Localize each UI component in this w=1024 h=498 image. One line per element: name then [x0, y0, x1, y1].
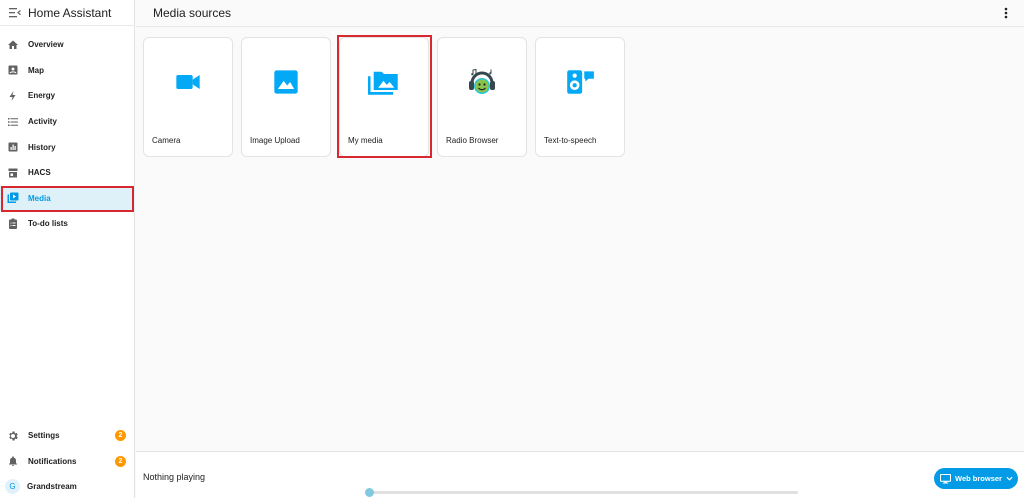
- playback-progress-slider[interactable]: [365, 488, 798, 497]
- card-thumbnail: [242, 38, 330, 126]
- chevron-down-icon: [1006, 476, 1013, 481]
- notifications-badge: 2: [115, 455, 126, 467]
- gear-icon: [6, 429, 19, 442]
- sidebar-item-label: Energy: [28, 91, 56, 101]
- card-thumbnail: [340, 38, 428, 126]
- media-source-radio-browser[interactable]: Radio Browser: [437, 37, 527, 157]
- sidebar-toggle-button[interactable]: [4, 2, 26, 24]
- card-thumbnail: [438, 38, 526, 126]
- sidebar-item-todo-lists[interactable]: To-do lists: [0, 211, 135, 237]
- sidebar-item-label: Map: [28, 65, 44, 75]
- sidebar-item-profile[interactable]: G Grandstream: [0, 474, 135, 498]
- sidebar-item-label: Overview: [28, 40, 64, 50]
- sidebar-item-hacs[interactable]: HACS: [0, 160, 135, 186]
- sidebar-item-label: Activity: [28, 117, 57, 127]
- chart-box-icon: [6, 141, 19, 154]
- card-label: My media: [348, 136, 383, 145]
- card-thumbnail: [536, 38, 624, 126]
- more-options-button[interactable]: [998, 5, 1014, 21]
- sidebar-header: Home Assistant: [0, 0, 135, 26]
- radio-browser-logo-icon: [469, 68, 495, 94]
- media-source-my-media[interactable]: My media: [339, 37, 429, 157]
- lightning-icon: [6, 89, 19, 102]
- page-title: Media sources: [153, 6, 232, 20]
- sidebar-nav: Overview Map Energy Activity History HAC…: [0, 32, 135, 237]
- sidebar-item-history[interactable]: History: [0, 134, 135, 160]
- sidebar-item-label: Media: [28, 193, 51, 203]
- home-assistant-app: Home Assistant Overview Map Energy Activ…: [0, 0, 1024, 498]
- player-status: Nothing playing: [143, 472, 206, 482]
- speaker-message-icon: [567, 70, 594, 94]
- media-source-camera[interactable]: Camera: [143, 37, 233, 157]
- card-label: Radio Browser: [446, 136, 499, 145]
- settings-badge: 2: [115, 430, 126, 441]
- card-label: Image Upload: [250, 136, 300, 145]
- sidebar-item-media[interactable]: Media: [0, 185, 135, 212]
- dots-vertical-icon: [1004, 7, 1008, 19]
- media-player-target-button[interactable]: Web browser: [934, 468, 1018, 489]
- bell-icon: [6, 455, 19, 468]
- card-thumbnail: [144, 38, 232, 126]
- clipboard-list-icon: [6, 217, 19, 230]
- media-player-bar: Nothing playing Web browser: [136, 451, 1024, 498]
- image-icon: [274, 70, 298, 94]
- main-content: Media sources Camera Image Upload My med…: [136, 0, 1024, 451]
- sidebar-item-label: Notifications: [28, 456, 77, 466]
- top-bar: Media sources: [136, 0, 1024, 27]
- card-label: Camera: [152, 136, 181, 145]
- sidebar-item-label: HACS: [28, 168, 51, 178]
- app-title: Home Assistant: [28, 5, 112, 20]
- sidebar-item-label: History: [28, 142, 56, 152]
- sidebar: Home Assistant Overview Map Energy Activ…: [0, 0, 135, 498]
- menu-collapse-icon: [9, 7, 21, 17]
- video-camera-icon: [176, 75, 200, 89]
- sidebar-item-label: Settings: [28, 431, 60, 441]
- sidebar-item-settings[interactable]: Settings 2: [0, 423, 135, 449]
- sidebar-item-energy[interactable]: Energy: [0, 83, 135, 109]
- sidebar-item-overview[interactable]: Overview: [0, 32, 135, 58]
- sidebar-item-map[interactable]: Map: [0, 58, 135, 84]
- monitor-icon: [940, 473, 951, 484]
- store-icon: [6, 166, 19, 179]
- media-library-icon: [6, 192, 19, 205]
- image-multiple-icon: [368, 71, 398, 95]
- card-label: Text-to-speech: [544, 136, 597, 145]
- map-icon: [6, 64, 19, 77]
- sidebar-item-activity[interactable]: Activity: [0, 109, 135, 135]
- media-source-text-to-speech[interactable]: Text-to-speech: [535, 37, 625, 157]
- sidebar-bottom: Settings 2 Notifications 2 G Grandstream: [0, 423, 135, 498]
- media-source-image-upload[interactable]: Image Upload: [241, 37, 331, 157]
- sidebar-item-label: Grandstream: [27, 482, 77, 492]
- progress-knob[interactable]: [365, 488, 374, 497]
- list-icon: [6, 115, 19, 128]
- target-label: Web browser: [955, 474, 1002, 483]
- avatar: G: [5, 479, 20, 495]
- home-icon: [6, 38, 19, 51]
- sidebar-item-label: To-do lists: [28, 219, 68, 229]
- sidebar-item-notifications[interactable]: Notifications 2: [0, 449, 135, 475]
